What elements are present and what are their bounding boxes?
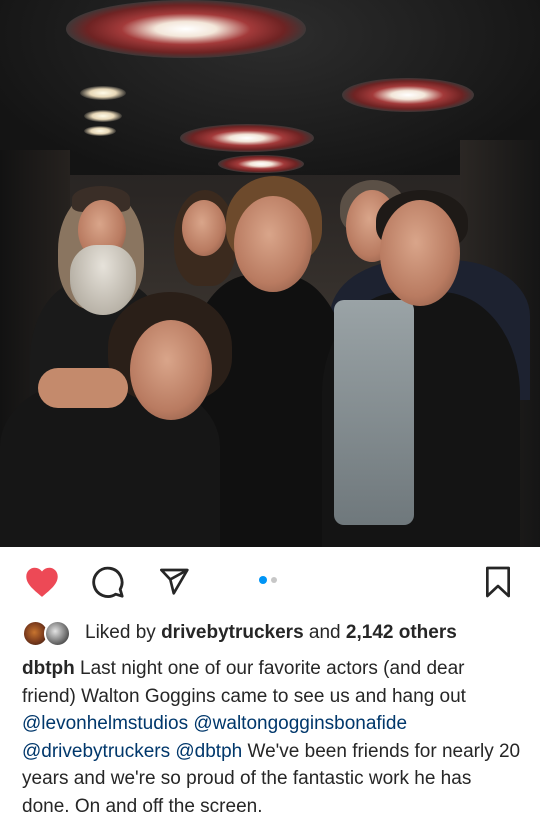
bookmark-icon	[486, 566, 510, 598]
heart-icon	[26, 567, 58, 597]
share-button[interactable]	[154, 564, 194, 600]
paper-plane-icon	[160, 568, 189, 595]
save-button[interactable]	[480, 563, 516, 601]
post-photo[interactable]	[0, 0, 540, 547]
caption-text: Last night one of our favorite actors (a…	[22, 658, 466, 707]
ceiling-light	[218, 155, 304, 173]
mention-link[interactable]: @drivebytruckers	[22, 741, 170, 762]
ceiling-light	[180, 124, 314, 152]
person-shirt	[334, 300, 414, 525]
caption-username[interactable]: dbtph	[22, 658, 75, 679]
person-head	[380, 200, 460, 306]
carousel-dot-active	[259, 576, 267, 584]
likes-text: Liked by drivebytruckers and 2,142 other…	[85, 622, 457, 644]
like-button[interactable]	[22, 564, 62, 600]
ceiling-spotlight	[80, 86, 126, 100]
person-head	[130, 320, 212, 420]
mention-link[interactable]: @dbtph	[175, 741, 242, 762]
liker-username[interactable]: drivebytruckers	[161, 622, 304, 643]
liker-avatars	[22, 619, 76, 647]
carousel-dot	[271, 577, 277, 583]
mention-link[interactable]: @waltongogginsbonafide	[193, 713, 407, 734]
likes-joiner: and	[308, 622, 341, 643]
comment-button[interactable]	[88, 564, 128, 600]
likes-others-link[interactable]: 2,142 others	[346, 622, 457, 643]
avatar	[44, 620, 71, 647]
person-head	[182, 200, 226, 256]
person-head	[234, 196, 312, 292]
ceiling-spotlight	[84, 126, 116, 136]
carousel-indicator	[257, 575, 283, 585]
ceiling-spotlight	[84, 110, 122, 122]
person-beard	[70, 245, 136, 315]
likes-prefix: Liked by	[85, 622, 156, 643]
speech-bubble-icon	[92, 566, 124, 598]
mention-link[interactable]: @levonhelmstudios	[22, 713, 188, 734]
post-caption: dbtph Last night one of our favorite act…	[22, 655, 522, 820]
ceiling-light	[342, 78, 474, 112]
likes-summary[interactable]: Liked by drivebytruckers and 2,142 other…	[22, 618, 522, 648]
ceiling-light	[66, 0, 306, 58]
person-arm	[38, 368, 128, 408]
